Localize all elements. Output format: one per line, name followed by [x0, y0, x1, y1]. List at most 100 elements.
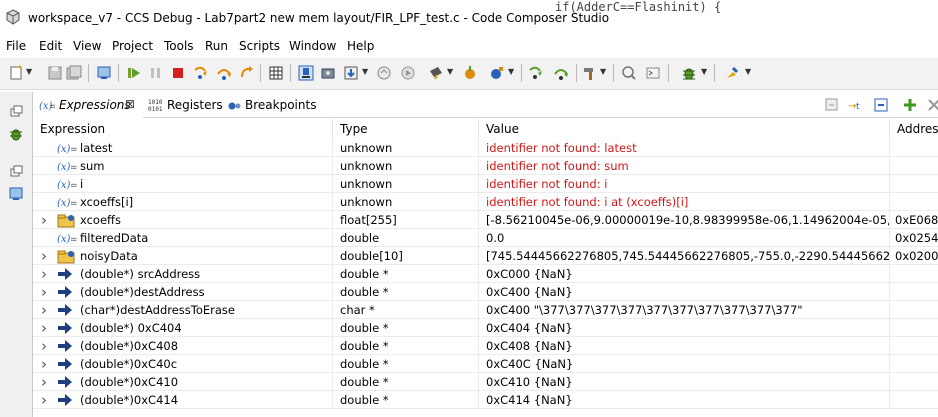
search-icon[interactable]: [621, 65, 637, 81]
expression-cell[interactable]: › xcoeffs: [33, 211, 333, 229]
console-view-icon[interactable]: [8, 186, 24, 202]
assembly-step-over-icon[interactable]: [553, 65, 569, 81]
table-row[interactable]: › (double*)destAddress double * 0xC400 {NaN…: [33, 283, 938, 301]
expand-chevron-icon[interactable]: ›: [41, 373, 47, 391]
tab-expressions[interactable]: (x) = Expressions ⊠: [33, 92, 143, 118]
build-dropdown-icon[interactable]: ▼: [508, 67, 515, 79]
collapse-all-icon[interactable]: [824, 97, 840, 113]
table-row[interactable]: (x) = sum unknown identifier not found: sum: [33, 157, 938, 175]
menu-edit[interactable]: Edit: [39, 39, 62, 53]
step-into-icon[interactable]: [193, 65, 209, 81]
new-dropdown-icon[interactable]: ▼: [26, 67, 33, 79]
menu-view[interactable]: View: [73, 39, 101, 53]
menu-help[interactable]: Help: [347, 39, 374, 53]
value-cell[interactable]: identifier not found: latest: [479, 139, 890, 157]
column-header-type[interactable]: Type: [333, 119, 479, 139]
restore-view-icon[interactable]: [8, 104, 24, 120]
close-tab-icon[interactable]: ⊠: [125, 97, 135, 111]
expression-cell[interactable]: › (double*)0xC410: [33, 373, 333, 391]
value-cell[interactable]: identifier not found: i at (xcoeffs)[i]: [479, 193, 890, 211]
new-icon[interactable]: [8, 65, 24, 81]
debug-dropdown-icon[interactable]: ▼: [701, 67, 708, 79]
expand-chevron-icon[interactable]: ›: [41, 337, 47, 355]
menu-project[interactable]: Project: [112, 39, 153, 53]
menu-run[interactable]: Run: [205, 39, 228, 53]
assembly-step-into-icon[interactable]: [528, 65, 544, 81]
expression-cell[interactable]: › (double*)0xC414: [33, 391, 333, 409]
expression-cell[interactable]: › (double*) srcAddress: [33, 265, 333, 283]
restore-view-icon-2[interactable]: [8, 164, 24, 180]
expression-cell[interactable]: › (double*)0xC408: [33, 337, 333, 355]
memory-grid-icon[interactable]: [268, 65, 284, 81]
value-cell[interactable]: 0xC400 {NaN}: [479, 283, 890, 301]
expression-cell[interactable]: › (char*)destAddressToErase: [33, 301, 333, 319]
menu-scripts[interactable]: Scripts: [239, 39, 280, 53]
menu-file[interactable]: File: [6, 39, 26, 53]
value-cell[interactable]: identifier not found: sum: [479, 157, 890, 175]
remove-expression-icon[interactable]: [926, 97, 938, 113]
open-console-icon[interactable]: [645, 65, 661, 81]
collapse-icon[interactable]: [873, 97, 889, 113]
menu-window[interactable]: Window: [289, 39, 336, 53]
column-header-address[interactable]: Address: [890, 119, 938, 139]
terminate-icon[interactable]: [170, 65, 186, 81]
expression-cell[interactable]: › (double*)destAddress: [33, 283, 333, 301]
expand-chevron-icon[interactable]: ›: [41, 355, 47, 373]
value-cell[interactable]: [745.54445662276805,745.54445662276805,-…: [479, 247, 890, 265]
expression-cell[interactable]: (x) = xcoeffs[i]: [33, 193, 333, 211]
expand-chevron-icon[interactable]: ›: [41, 211, 47, 229]
target-board-icon[interactable]: [320, 65, 336, 81]
expression-cell[interactable]: (x) = sum: [33, 157, 333, 175]
save-icon[interactable]: [47, 65, 63, 81]
expand-chevron-icon[interactable]: ›: [41, 247, 47, 265]
tab-registers[interactable]: 1010 0101 Registers: [145, 92, 223, 118]
expand-chevron-icon[interactable]: ›: [41, 283, 47, 301]
load-dropdown-icon[interactable]: ▼: [362, 67, 369, 79]
column-header-expression[interactable]: Expression: [33, 119, 333, 139]
expression-cell[interactable]: › (double*)0xC40c: [33, 355, 333, 373]
save-all-icon[interactable]: [66, 65, 82, 81]
suspend-icon[interactable]: [148, 65, 164, 81]
table-row[interactable]: (x) = filteredData double 0.0 0x0254: [33, 229, 938, 247]
value-cell[interactable]: [-8.56210045e-06,9.00000019e-10,8.983999…: [479, 211, 890, 229]
table-row[interactable]: › noisyData double[10] [745.54445662276805,…: [33, 247, 938, 265]
table-row[interactable]: › (char*)destAddressToErase char * 0xC400 "…: [33, 301, 938, 319]
debug-run-icon[interactable]: [462, 65, 478, 81]
build-icon[interactable]: [489, 65, 505, 81]
reset-cpu-icon[interactable]: [376, 65, 392, 81]
tab-breakpoints[interactable]: Breakpoints: [225, 92, 316, 118]
restart-icon[interactable]: [400, 65, 416, 81]
table-row[interactable]: › (double*)0xC408 double * 0xC408 {NaN}: [33, 337, 938, 355]
expand-chevron-icon[interactable]: ›: [41, 301, 47, 319]
flash-tools-icon[interactable]: [428, 65, 444, 81]
step-return-icon[interactable]: [239, 65, 255, 81]
value-cell[interactable]: 0xC414 {NaN}: [479, 391, 890, 409]
pin-tool-icon[interactable]: [724, 65, 740, 81]
expand-chevron-icon[interactable]: ›: [41, 265, 47, 283]
table-row[interactable]: › (double*) 0xC404 double * 0xC404 {NaN}: [33, 319, 938, 337]
table-row[interactable]: (x) = latest unknown identifier not found: l…: [33, 139, 938, 157]
add-expression-icon[interactable]: [902, 97, 918, 113]
expression-cell[interactable]: (x) = i: [33, 175, 333, 193]
value-cell[interactable]: 0xC410 {NaN}: [479, 373, 890, 391]
column-header-value[interactable]: Value: [479, 119, 890, 139]
value-cell[interactable]: identifier not found: i: [479, 175, 890, 193]
value-cell[interactable]: 0.0: [479, 229, 890, 247]
expand-chevron-icon[interactable]: ›: [41, 391, 47, 409]
table-row[interactable]: › (double*)0xC410 double * 0xC410 {NaN}: [33, 373, 938, 391]
debug-view-icon[interactable]: [96, 65, 112, 81]
pin-dropdown-icon[interactable]: ▼: [745, 67, 752, 79]
expand-chevron-icon[interactable]: ›: [41, 319, 47, 337]
resume-icon[interactable]: [126, 65, 142, 81]
value-cell[interactable]: 0xC404 {NaN}: [479, 319, 890, 337]
menu-tools[interactable]: Tools: [164, 39, 194, 53]
expression-cell[interactable]: › (double*) 0xC404: [33, 319, 333, 337]
value-cell[interactable]: 0xC40C {NaN}: [479, 355, 890, 373]
value-cell[interactable]: 0xC000 {NaN}: [479, 265, 890, 283]
expression-cell[interactable]: › noisyData: [33, 247, 333, 265]
step-over-icon[interactable]: [216, 65, 232, 81]
connect-target-icon[interactable]: [298, 65, 314, 81]
table-row[interactable]: › (double*)0xC414 double * 0xC414 {NaN}: [33, 391, 938, 409]
table-row[interactable]: (x) = i unknown identifier not found: i: [33, 175, 938, 193]
hammer-build-icon[interactable]: [582, 65, 598, 81]
